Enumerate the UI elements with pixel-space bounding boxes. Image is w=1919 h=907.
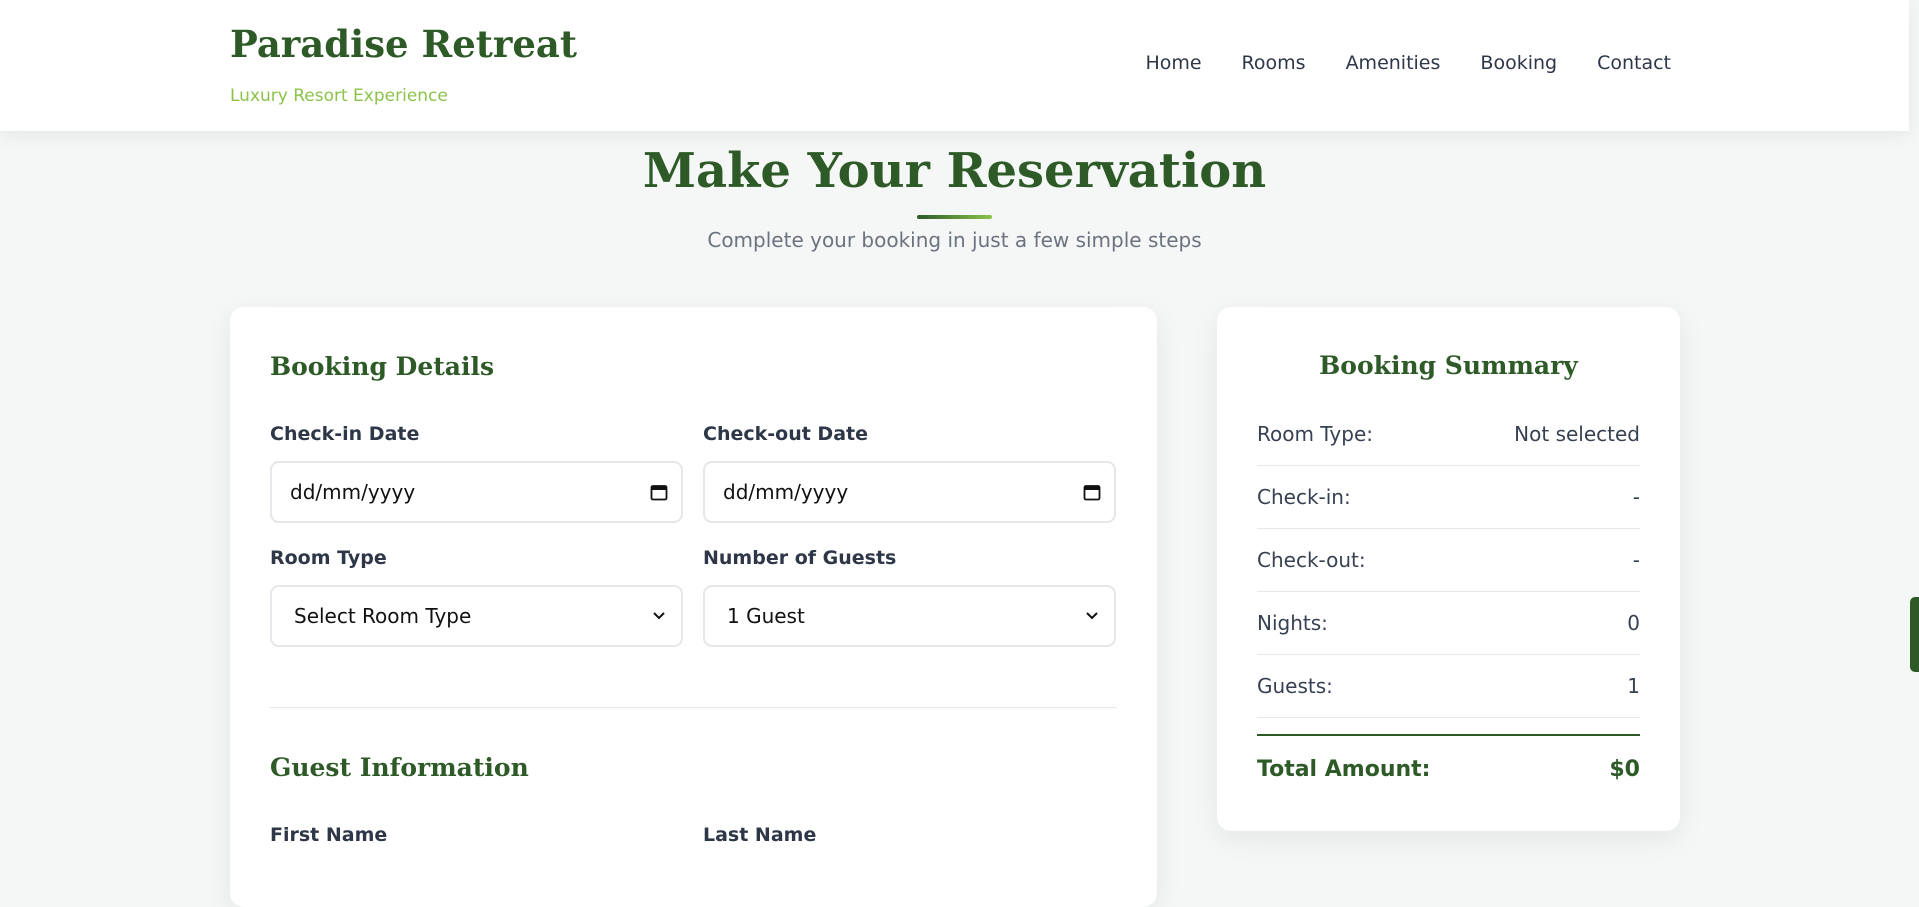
summary-row-room-type: Room Type: Not selected bbox=[1257, 403, 1640, 466]
summary-label: Check-out: bbox=[1257, 548, 1366, 572]
summary-total: Total Amount: $0 bbox=[1257, 757, 1640, 782]
checkout-label: Check-out Date bbox=[703, 423, 868, 445]
nav-rooms[interactable]: Rooms bbox=[1242, 52, 1306, 74]
summary-row-checkin: Check-in: - bbox=[1257, 466, 1640, 529]
summary-row-guests: Guests: 1 bbox=[1257, 655, 1640, 718]
checkout-date-input[interactable]: dd/mm/yyyy bbox=[703, 461, 1116, 523]
summary-value: Not selected bbox=[1514, 422, 1640, 446]
room-type-value: Select Room Type bbox=[294, 604, 472, 628]
calendar-icon[interactable] bbox=[637, 483, 681, 501]
summary-row-nights: Nights: 0 bbox=[1257, 592, 1640, 655]
room-type-select[interactable]: Select Room Type bbox=[270, 585, 683, 647]
summary-label: Room Type: bbox=[1257, 422, 1373, 446]
checkout-date-value: dd/mm/yyyy bbox=[723, 480, 849, 504]
nav-booking[interactable]: Booking bbox=[1480, 52, 1557, 74]
nav-contact[interactable]: Contact bbox=[1597, 52, 1671, 74]
summary-value: 1 bbox=[1627, 674, 1640, 698]
summary-value: - bbox=[1632, 548, 1640, 572]
booking-summary-card: Booking Summary Room Type: Not selected … bbox=[1217, 307, 1680, 831]
summary-label: Guests: bbox=[1257, 674, 1333, 698]
scroll-indicator[interactable] bbox=[1910, 597, 1919, 672]
room-type-label: Room Type bbox=[270, 547, 387, 569]
title-underline bbox=[917, 215, 992, 219]
summary-row-checkout: Check-out: - bbox=[1257, 529, 1640, 592]
nav-home[interactable]: Home bbox=[1145, 52, 1201, 74]
summary-label: Check-in: bbox=[1257, 485, 1351, 509]
first-name-label: First Name bbox=[270, 824, 388, 846]
guests-select[interactable]: 1 Guest bbox=[703, 585, 1116, 647]
booking-details-heading: Booking Details bbox=[270, 352, 495, 381]
checkin-label: Check-in Date bbox=[270, 423, 420, 445]
page-subtitle: Complete your booking in just a few simp… bbox=[707, 228, 1202, 252]
last-name-label: Last Name bbox=[703, 824, 817, 846]
summary-value: 0 bbox=[1627, 611, 1640, 635]
page-title: Make Your Reservation bbox=[642, 143, 1267, 199]
main-nav: Home Rooms Amenities Booking Contact bbox=[1145, 52, 1671, 74]
brand-tagline: Luxury Resort Experience bbox=[230, 86, 448, 106]
checkin-date-value: dd/mm/yyyy bbox=[290, 480, 416, 504]
checkin-date-input[interactable]: dd/mm/yyyy bbox=[270, 461, 683, 523]
summary-title: Booking Summary bbox=[1319, 351, 1578, 380]
total-value: $0 bbox=[1609, 757, 1640, 782]
section-divider bbox=[270, 707, 1117, 708]
summary-total-divider bbox=[1257, 734, 1640, 736]
chevron-down-icon bbox=[1070, 611, 1114, 621]
brand-title[interactable]: Paradise Retreat bbox=[230, 22, 577, 66]
site-header: Paradise Retreat Luxury Resort Experienc… bbox=[0, 0, 1909, 131]
calendar-icon[interactable] bbox=[1070, 483, 1114, 501]
chevron-down-icon bbox=[637, 611, 681, 621]
guest-information-heading: Guest Information bbox=[270, 753, 529, 782]
summary-value: - bbox=[1632, 485, 1640, 509]
booking-form-card: Booking Details Check-in Date dd/mm/yyyy… bbox=[230, 307, 1157, 907]
summary-label: Nights: bbox=[1257, 611, 1328, 635]
total-label: Total Amount: bbox=[1257, 757, 1431, 782]
guests-value: 1 Guest bbox=[727, 604, 805, 628]
guests-label: Number of Guests bbox=[703, 547, 897, 569]
nav-amenities[interactable]: Amenities bbox=[1346, 52, 1441, 74]
